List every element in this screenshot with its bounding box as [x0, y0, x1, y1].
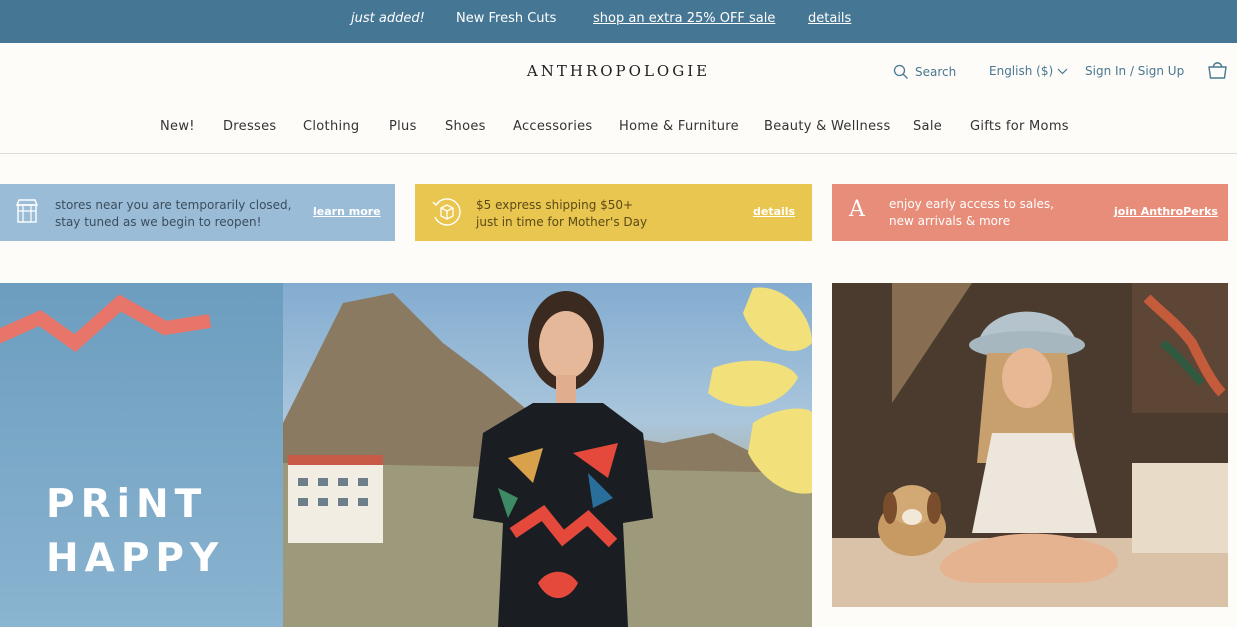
promo-sale-link[interactable]: shop an extra 25% OFF sale — [593, 11, 775, 26]
hero-graphic-panel: PRiNT HAPPY — [0, 283, 283, 627]
join-anthroperks-link[interactable]: join AnthroPerks — [1114, 205, 1218, 218]
store-closure-text: stores near you are temporarily closed, … — [55, 197, 291, 231]
learn-more-link[interactable]: learn more — [313, 205, 381, 218]
search-button[interactable]: Search — [893, 64, 956, 80]
promo-details-link[interactable]: details — [808, 11, 851, 26]
search-label: Search — [915, 65, 957, 79]
package-icon — [430, 195, 464, 232]
chevron-down-icon — [1057, 68, 1068, 75]
nav-item-gifts-for-moms[interactable]: Gifts for Moms — [970, 119, 1069, 134]
search-icon — [893, 64, 909, 80]
store-closure-banner: stores near you are temporarily closed, … — [0, 184, 395, 241]
anthroperks-text: enjoy early access to sales, new arrival… — [889, 196, 1054, 230]
shopping-bag-icon — [1207, 60, 1228, 80]
language-selector[interactable]: English ($) — [989, 64, 1068, 78]
hero-title-line2: HAPPY — [46, 536, 225, 581]
hero-scene — [283, 287, 812, 627]
nav-item-plus[interactable]: Plus — [389, 119, 417, 134]
store-closure-line2: stay tuned as we begin to reopen! — [55, 215, 262, 229]
anthroperks-line1: enjoy early access to sales, — [889, 197, 1054, 211]
hero-banner[interactable]: PRiNT HAPPY — [0, 283, 812, 627]
nav-item-sale[interactable]: Sale — [913, 119, 942, 134]
shopping-bag-button[interactable] — [1207, 60, 1228, 80]
promo-fresh-cuts[interactable]: New Fresh Cuts — [456, 11, 556, 26]
anthroperks-a-icon: A — [849, 197, 865, 222]
shipping-details-link[interactable]: details — [753, 205, 795, 218]
main-nav: New! Dresses Clothing Plus Shoes Accesso… — [0, 119, 1237, 154]
nav-item-new[interactable]: New! — [160, 119, 195, 134]
hero-model-photo — [283, 283, 812, 627]
hero-title-line1: PRiNT — [46, 482, 208, 527]
shipping-line1: $5 express shipping $50+ — [476, 198, 634, 212]
side-promo-photo[interactable] — [832, 283, 1228, 607]
nav-item-dresses[interactable]: Dresses — [223, 119, 276, 134]
promo-just-added: just added! — [351, 11, 425, 26]
anthroperks-banner: A enjoy early access to sales, new arriv… — [832, 184, 1228, 241]
store-closure-line1: stores near you are temporarily closed, — [55, 198, 292, 212]
anthroperks-line2: new arrivals & more — [889, 214, 1011, 228]
nav-item-home-furniture[interactable]: Home & Furniture — [619, 119, 739, 134]
language-label: English ($) — [989, 64, 1054, 78]
nav-item-accessories[interactable]: Accessories — [513, 119, 593, 134]
side-photo-scene — [832, 283, 1228, 607]
shipping-text: $5 express shipping $50+ just in time fo… — [476, 197, 647, 231]
nav-item-beauty-wellness[interactable]: Beauty & Wellness — [764, 119, 891, 134]
sign-in-link[interactable]: Sign In / Sign Up — [1085, 64, 1184, 78]
nav-item-shoes[interactable]: Shoes — [445, 119, 486, 134]
nav-item-clothing[interactable]: Clothing — [303, 119, 359, 134]
shipping-banner: $5 express shipping $50+ just in time fo… — [415, 184, 812, 241]
promo-strip: just added! New Fresh Cuts shop an extra… — [0, 0, 1237, 43]
storefront-icon — [15, 198, 39, 227]
shipping-line2: just in time for Mother's Day — [476, 215, 648, 229]
